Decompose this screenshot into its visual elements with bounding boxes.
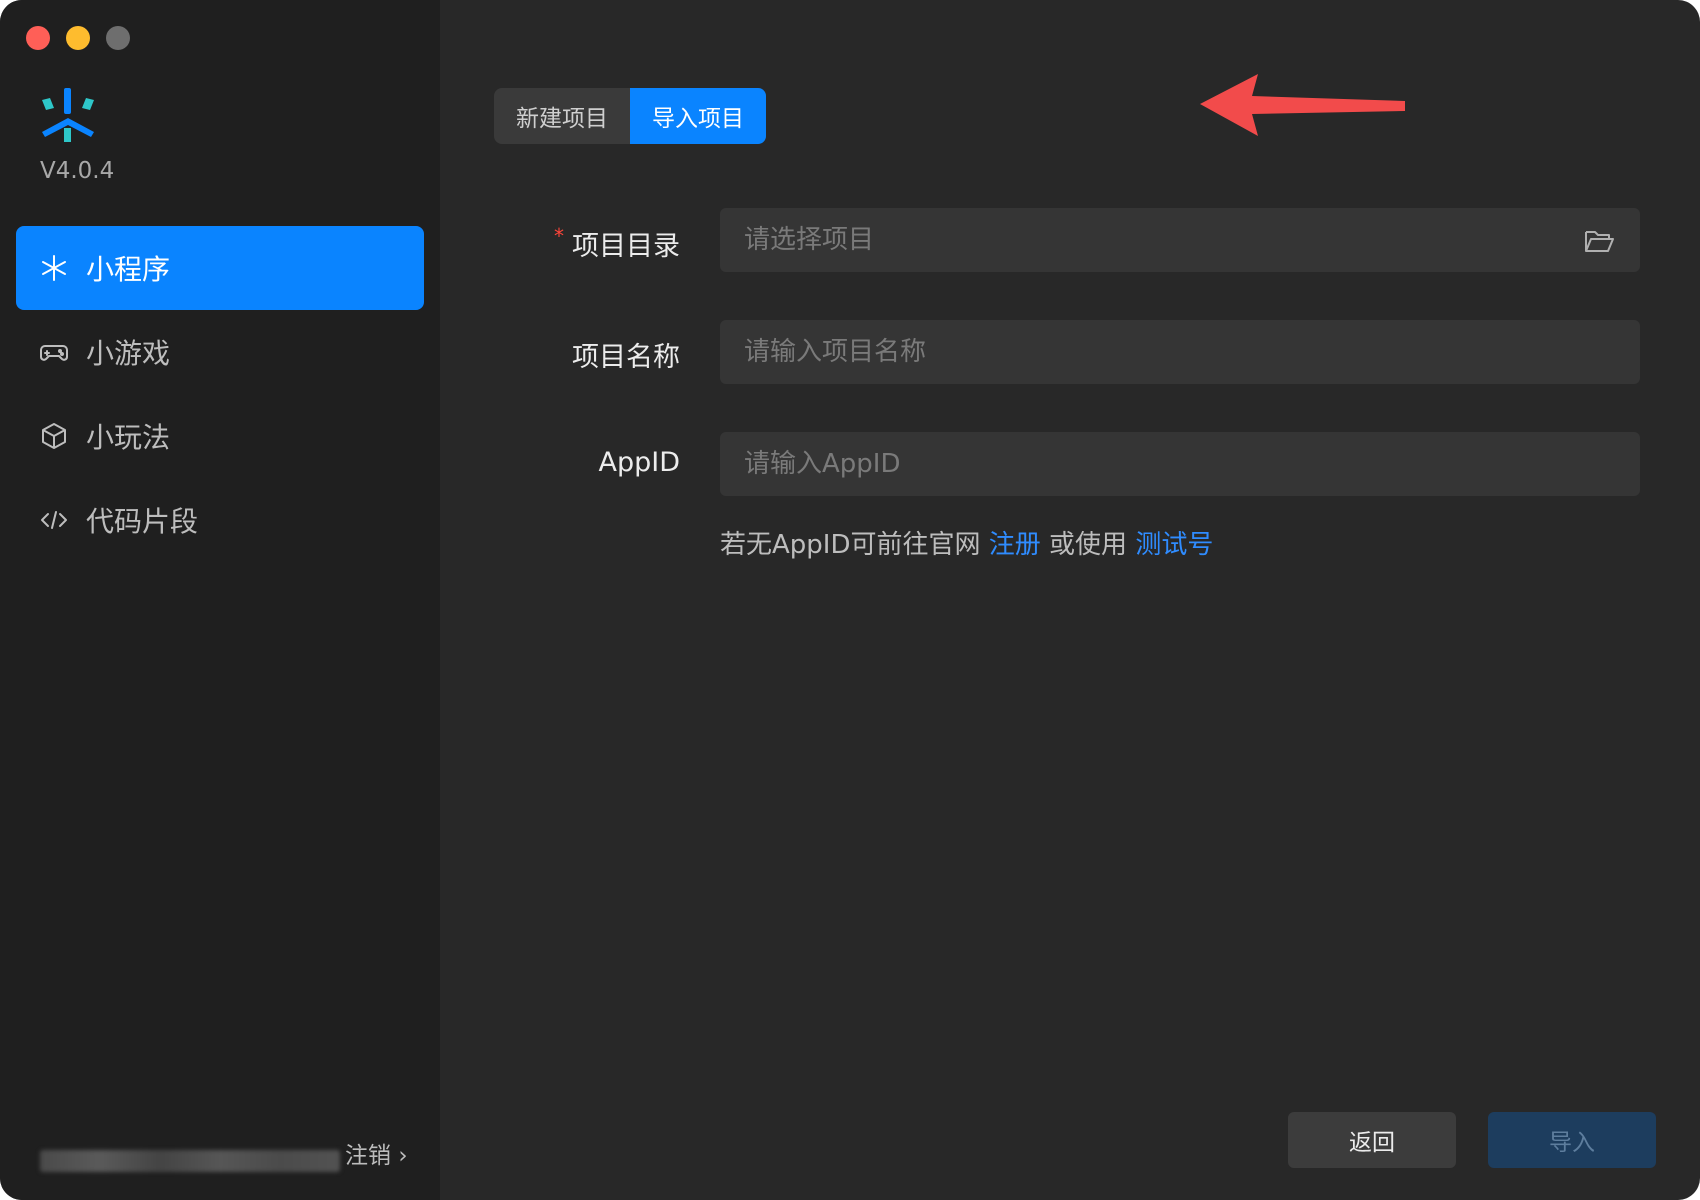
- appid-hint: 若无AppID可前往官网 注册 或使用 测试号: [720, 524, 1213, 561]
- back-button[interactable]: 返回: [1288, 1112, 1456, 1168]
- test-account-link[interactable]: 测试号: [1135, 530, 1213, 560]
- red-arrow-annotation-icon: [1200, 74, 1405, 136]
- sidebar-item-label: 代码片段: [86, 505, 199, 538]
- required-mark: *: [554, 224, 564, 248]
- sidebar-item-mini-play[interactable]: 小玩法: [16, 394, 424, 478]
- logout-link[interactable]: 注销 ›: [345, 1136, 408, 1170]
- sidebar-item-mini-game[interactable]: 小游戏: [16, 310, 424, 394]
- appid-hint-prefix: 若无AppID可前往官网: [720, 530, 981, 560]
- tab-import-project[interactable]: 导入项目: [630, 88, 766, 144]
- project-mode-tabs: 新建项目 导入项目: [494, 88, 766, 144]
- code-icon: [38, 504, 70, 536]
- main-panel: [440, 0, 1700, 1200]
- logout-label: 注销: [345, 1143, 391, 1169]
- window-close-button[interactable]: [26, 26, 50, 50]
- app-logo-icon: [42, 88, 94, 142]
- appid-input[interactable]: [720, 432, 1640, 496]
- app-window: V4.0.4 小程序 小游戏 小玩法 代码片段 注销 › 新建项目 导入项目 *…: [0, 0, 1700, 1200]
- sidebar-item-mini-program[interactable]: 小程序: [16, 226, 424, 310]
- register-link[interactable]: 注册: [989, 530, 1041, 560]
- appid-hint-middle: 或使用: [1049, 530, 1128, 560]
- project-name-label: 项目名称: [572, 342, 680, 373]
- mini-program-icon: [38, 252, 70, 284]
- project-directory-input[interactable]: [720, 208, 1640, 272]
- sidebar-item-label: 小玩法: [86, 421, 171, 454]
- app-version: V4.0.4: [40, 158, 115, 184]
- sidebar-item-label: 小程序: [86, 253, 171, 286]
- tab-new-project[interactable]: 新建项目: [494, 88, 630, 144]
- project-name-input[interactable]: [720, 320, 1640, 384]
- window-minimize-button[interactable]: [66, 26, 90, 50]
- window-maximize-button[interactable]: [106, 26, 130, 50]
- project-directory-label-text: 项目目录: [572, 231, 680, 262]
- user-account-blurred: [40, 1150, 340, 1172]
- sidebar-item-code-snippets[interactable]: 代码片段: [16, 478, 424, 562]
- folder-open-icon[interactable]: [1584, 228, 1614, 254]
- sidebar-item-label: 小游戏: [86, 337, 171, 370]
- project-directory-label: * 项目目录: [554, 224, 680, 263]
- gamepad-icon: [38, 336, 70, 368]
- sidebar: V4.0.4 小程序 小游戏 小玩法 代码片段 注销 ›: [0, 0, 440, 1200]
- cube-icon: [38, 420, 70, 452]
- chevron-right-icon: ›: [398, 1143, 408, 1169]
- appid-label: AppID: [598, 447, 680, 478]
- import-button[interactable]: 导入: [1488, 1112, 1656, 1168]
